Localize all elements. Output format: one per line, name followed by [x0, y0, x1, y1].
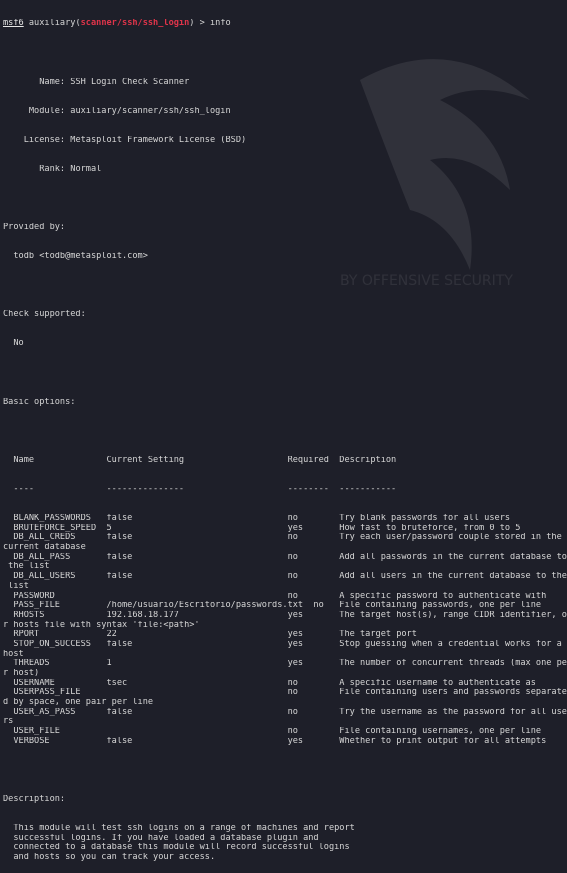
description-line: This module will test ssh logins on a ra… [3, 824, 355, 834]
prompt-line[interactable]: msf6 auxiliary(scanner/ssh/ssh_login) > … [3, 19, 567, 29]
prompt-module-path: scanner/ssh/ssh_login [80, 19, 190, 29]
table-row: BRUTEFORCE_SPEED 5 yes How fast to brute… [3, 523, 521, 533]
options-table-body: BLANK_PASSWORDS false no Try blank passw… [3, 514, 567, 747]
info-row: Rank: Normal [3, 164, 102, 174]
table-row: r host) [3, 669, 40, 678]
description-line: successful logins. If you have loaded a … [3, 833, 319, 843]
table-row: PASSWORD no A specific password to authe… [3, 591, 547, 601]
command-text: info [209, 19, 231, 29]
table-row: USERNAME tsec no A specific username to … [3, 678, 536, 688]
table-row: current database [3, 543, 86, 553]
table-row: d by space, one pair per line [3, 698, 154, 708]
author-line: todb <todb@metasploit.com> [3, 252, 148, 262]
provided-by-heading: Provided by: [3, 223, 66, 233]
table-row: RHOSTS 192.168.18.177 yes The target hos… [3, 610, 567, 620]
table-row: USER_FILE no File containing usernames, … [3, 727, 542, 737]
options-table-underline: ---- --------------- -------- ----------… [3, 484, 397, 494]
description-body: This module will test ssh logins on a ra… [3, 824, 567, 863]
table-row: USER_AS_PASS false no Try the username a… [3, 707, 567, 717]
description-line: and hosts so you can track your access. [3, 853, 216, 863]
table-row: THREADS 1 yes The number of concurrent t… [3, 659, 567, 669]
description-heading: Description: [3, 795, 66, 804]
table-row: DB_ALL_CREDS false no Try each user/pass… [3, 533, 562, 543]
prompt-module-type: auxiliary( [23, 19, 81, 29]
info-row: Name: SSH Login Check Scanner [3, 77, 190, 87]
table-row: DB_ALL_USERS false no Add all users in t… [3, 572, 567, 582]
description-line: connected to a database this module will… [3, 843, 350, 853]
table-row: DB_ALL_PASS false no Add all passwords i… [3, 552, 567, 562]
info-row: License: Metasploit Framework License (B… [3, 135, 247, 145]
table-row: BLANK_PASSWORDS false no Try blank passw… [3, 514, 511, 523]
table-row: r hosts file with syntax 'file:<path>' [3, 620, 200, 630]
terminal-output: msf6 auxiliary(scanner/ssh/ssh_login) > … [3, 0, 567, 873]
table-row: host [3, 649, 24, 659]
table-row: the list [3, 562, 50, 572]
table-row: VERBOSE false yes Whether to print outpu… [3, 736, 547, 746]
check-supported-heading: Check supported: [3, 310, 86, 320]
basic-options-heading: Basic options: [3, 397, 76, 407]
prompt-suffix: ) > [189, 19, 210, 29]
prompt-prefix: msf6 [3, 19, 24, 29]
table-row: STOP_ON_SUCCESS false yes Stop guessing … [3, 639, 562, 649]
info-row: Module: auxiliary/scanner/ssh/ssh_login [3, 106, 231, 116]
table-row: PASS_FILE /home/usuario/Escritorio/passw… [3, 601, 542, 611]
table-row: rs [3, 717, 14, 727]
table-row: USERPASS_FILE no File containing users a… [3, 688, 567, 698]
table-row: list [3, 581, 29, 591]
check-supported-value: No [3, 339, 24, 349]
table-row: RPORT 22 yes The target port [3, 630, 417, 640]
options-table-header: Name Current Setting Required Descriptio… [3, 455, 397, 465]
